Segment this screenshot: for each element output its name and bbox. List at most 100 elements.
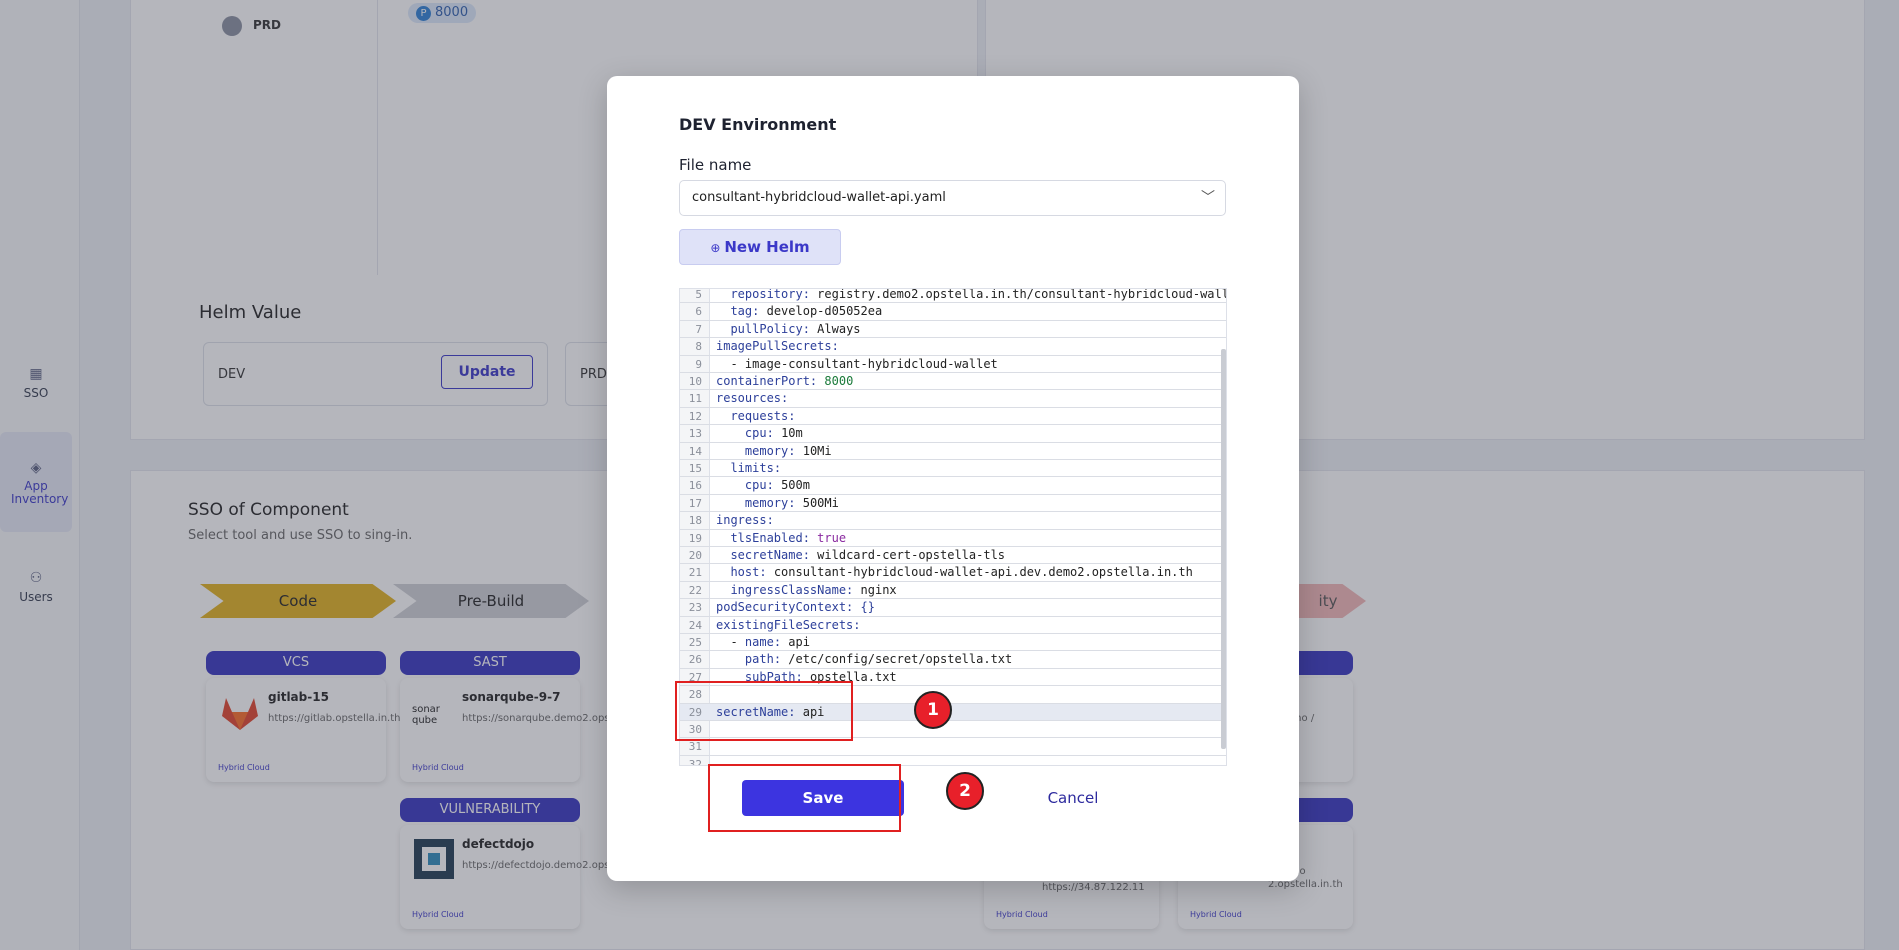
yaml-key: containerPort (716, 374, 810, 388)
line-code: host: consultant-hybridcloud-wallet-api.… (716, 564, 1193, 581)
yaml-value: develop-d05052ea (766, 304, 883, 319)
yaml-key: limits (730, 461, 774, 475)
annotation-box-1 (675, 681, 853, 741)
editor-line[interactable]: 26 path: /etc/config/secret/opstella.txt (680, 651, 1226, 669)
editor-line[interactable]: 6 tag: develop-d05052ea (680, 303, 1226, 321)
yaml-value: wildcard-cert-opstella-tls (817, 548, 1006, 562)
line-number: 25 (688, 636, 702, 649)
new-helm-button[interactable]: ⊕ New Helm (679, 229, 841, 265)
yaml-value: 8000 (824, 374, 854, 388)
line-number: 6 (695, 305, 702, 319)
line-code: resources: (716, 390, 788, 407)
yaml-key: ingress (716, 513, 767, 528)
line-code: limits: (716, 460, 781, 477)
editor-line[interactable]: 24 existingFileSecrets: (680, 617, 1226, 634)
yaml-key: imagePullSecrets (716, 339, 832, 354)
editor-line[interactable]: 19 tlsEnabled: true (680, 530, 1226, 547)
line-number: 31 (688, 740, 702, 754)
line-number: 19 (688, 531, 702, 545)
line-code: tlsEnabled: true (716, 530, 846, 547)
line-number: 11 (688, 392, 702, 406)
editor-line[interactable]: 15 limits: (680, 460, 1226, 478)
yaml-colon: : (802, 321, 810, 336)
editor-line[interactable]: 5 repository: registry.demo2.opstella.in… (680, 288, 1227, 304)
new-helm-label: New Helm (724, 238, 810, 256)
yaml-value: nginx (860, 582, 897, 597)
line-number: 32 (688, 757, 702, 766)
code-indent: - (716, 356, 745, 371)
line-number: 14 (688, 444, 702, 458)
dev-environment-modal: DEV Environment File name consultant-hyb… (607, 76, 1299, 881)
file-name-value: consultant-hybridcloud-wallet-api.yaml (692, 190, 946, 205)
editor-line[interactable]: 17 memory: 500Mi (680, 495, 1226, 513)
yaml-value: api (788, 635, 810, 649)
yaml-key: memory (744, 443, 789, 458)
editor-line[interactable]: 8 imagePullSecrets: (680, 338, 1226, 356)
line-number: 16 (688, 479, 702, 493)
yaml-value: image-consultant-hybridcloud-wallet (744, 356, 998, 371)
yaml-colon: : (766, 478, 774, 493)
editor-line[interactable]: 18 ingress: (680, 512, 1226, 530)
yaml-colon: : (766, 426, 774, 441)
line-number: 24 (688, 618, 702, 632)
yaml-colon: : (802, 288, 810, 301)
yaml-colon: : (788, 443, 796, 458)
editor-line[interactable]: 10 containerPort: 8000 (680, 373, 1226, 391)
plus-circle-icon: ⊕ (710, 241, 721, 255)
line-number: 10 (688, 375, 702, 388)
editor-line[interactable]: 12 requests: (680, 408, 1226, 426)
yaml-key: existingFileSecrets (716, 617, 854, 632)
yaml-colon: : (773, 461, 782, 475)
line-code: imagePullSecrets: (716, 338, 839, 355)
line-number: 23 (688, 601, 702, 615)
cancel-button[interactable]: Cancel (1033, 780, 1113, 816)
yaml-key: cpu (744, 426, 767, 441)
yaml-colon: : (831, 339, 839, 354)
line-code: requests: (716, 408, 795, 425)
modal-title: DEV Environment (679, 115, 837, 134)
editor-scrollbar[interactable] (1221, 349, 1226, 749)
yaml-key: host (730, 565, 760, 580)
file-name-label: File name (679, 156, 752, 174)
editor-line[interactable]: 7 pullPolicy: Always (680, 321, 1226, 339)
annotation-box-2 (708, 764, 901, 832)
editor-line[interactable]: 23 podSecurityContext: {} (680, 599, 1226, 617)
yaml-value: {} (860, 600, 875, 615)
yaml-key: resources (716, 391, 782, 406)
editor-line[interactable]: 20 secretName: wildcard-cert-opstella-tl… (680, 547, 1226, 565)
yaml-colon: : (781, 391, 789, 406)
yaml-value: consultant-hybridcloud-wallet-api.dev.de… (773, 565, 1193, 580)
yaml-colon: : (773, 652, 782, 667)
yaml-colon: : (802, 548, 810, 562)
file-name-select[interactable]: consultant-hybridcloud-wallet-api.yaml ﹀ (679, 180, 1226, 216)
yaml-key: repository (730, 288, 803, 301)
yaml-colon: : (788, 408, 796, 423)
line-number: 22 (688, 583, 702, 597)
line-code: podSecurityContext: {} (716, 599, 875, 616)
yaml-key: cpu (744, 478, 767, 493)
line-number: 21 (688, 566, 702, 580)
code-indent: - (716, 635, 745, 649)
yaml-value: registry.demo2.opstella.in.th/consultant… (817, 288, 1227, 301)
yaml-value: 500Mi (802, 495, 839, 510)
editor-line[interactable]: 11 resources: (680, 390, 1226, 408)
editor-line[interactable]: 25 - name: api (680, 634, 1226, 652)
editor-line[interactable]: 14 memory: 10Mi (680, 443, 1226, 460)
editor-line[interactable]: 22 ingressClassName: nginx (680, 582, 1226, 600)
yaml-value: true (817, 530, 847, 545)
editor-line[interactable]: 13 cpu: 10m (680, 425, 1226, 443)
line-code: tag: develop-d05052ea (716, 303, 882, 320)
line-code: path: /etc/config/secret/opstella.txt (716, 651, 1012, 668)
editor-line[interactable]: 16 cpu: 500m (680, 477, 1226, 495)
yaml-colon: : (766, 513, 774, 528)
line-code: ingressClassName: nginx (716, 582, 897, 599)
yaml-colon: : (759, 565, 767, 580)
editor-line[interactable]: 21 host: consultant-hybridcloud-wallet-a… (680, 564, 1226, 582)
editor-line[interactable]: 9 - image-consultant-hybridcloud-wallet (680, 356, 1226, 373)
annotation-marker-2: 2 (946, 772, 984, 810)
